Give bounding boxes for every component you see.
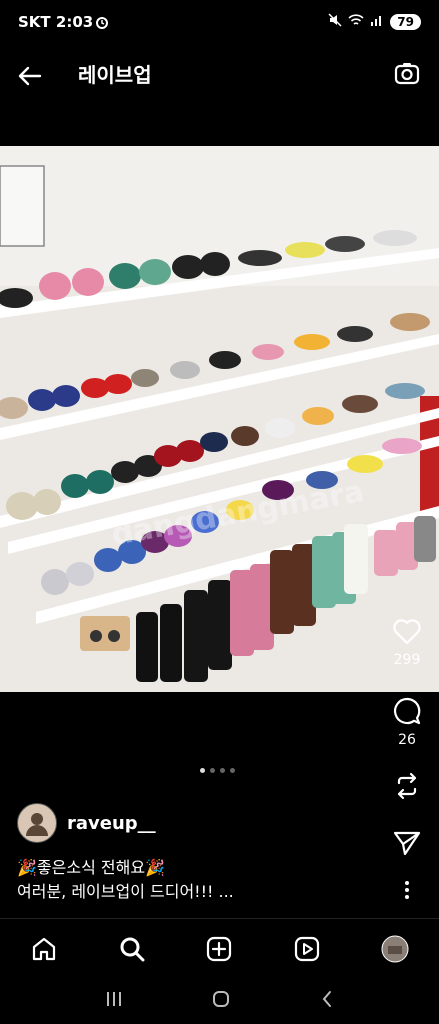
camera-button[interactable] xyxy=(393,60,421,88)
wifi-icon xyxy=(348,12,364,31)
carousel-dot xyxy=(200,768,205,773)
home-circle-icon xyxy=(213,991,230,1007)
carrier-time: SKT 2:03 xyxy=(18,13,94,31)
back-arrow-icon xyxy=(18,66,42,86)
add-post-icon xyxy=(207,936,232,962)
caption-line: 🎉좋은소식 전해요🎉 xyxy=(17,858,165,877)
status-icons: 79 xyxy=(328,12,421,31)
nav-profile[interactable] xyxy=(379,933,411,965)
carousel-dot xyxy=(210,768,215,773)
carousel-indicator xyxy=(200,768,235,773)
mute-icon xyxy=(328,12,342,31)
repost-icon xyxy=(397,772,417,800)
like-action[interactable]: 299 xyxy=(387,618,427,668)
system-back-button[interactable] xyxy=(319,989,335,1013)
home-system-button[interactable] xyxy=(211,989,231,1013)
system-navigation xyxy=(0,978,439,1024)
post-caption[interactable]: 🎉좋은소식 전해요🎉 여러분, 레이브업이 드디어!!! ... xyxy=(17,856,234,904)
nav-home[interactable] xyxy=(28,933,60,965)
home-icon xyxy=(32,937,55,961)
carousel-dot xyxy=(230,768,235,773)
comment-action[interactable]: 26 xyxy=(387,696,427,748)
profile-avatar-icon xyxy=(381,935,409,963)
back-button[interactable] xyxy=(14,60,46,92)
camera-icon xyxy=(394,63,420,85)
nav-search[interactable] xyxy=(116,933,148,965)
avatar[interactable] xyxy=(17,803,57,843)
back-chevron-icon xyxy=(322,991,332,1007)
send-icon xyxy=(393,831,421,856)
profile-picture-icon xyxy=(26,813,48,836)
reels-icon xyxy=(295,936,320,962)
nav-reels[interactable] xyxy=(291,933,323,965)
shoe-shelves-illustration xyxy=(0,146,439,692)
comment-count: 26 xyxy=(398,732,416,748)
post-author[interactable]: raveup__ xyxy=(17,803,156,843)
caption-line: 여러분, 레이브업이 드디어!!! ... xyxy=(17,882,234,901)
bottom-navigation xyxy=(0,918,439,979)
search-icon xyxy=(120,937,145,962)
nav-create[interactable] xyxy=(203,933,235,965)
share-action[interactable] xyxy=(387,830,427,860)
alarm-icon xyxy=(95,14,109,33)
more-vertical-icon xyxy=(405,881,409,899)
post-image[interactable]: dangdangmara xyxy=(0,146,439,692)
status-bar: SKT 2:03 79 xyxy=(0,0,439,46)
username[interactable]: raveup__ xyxy=(67,813,156,834)
repost-action[interactable] xyxy=(387,772,427,804)
post-header: 레이브업 xyxy=(0,46,439,104)
carousel-dot xyxy=(220,768,225,773)
more-options-button[interactable] xyxy=(387,880,427,904)
battery-badge: 79 xyxy=(390,13,421,30)
recent-apps-button[interactable] xyxy=(104,990,124,1012)
page-title: 레이브업 xyxy=(78,63,152,87)
heart-icon xyxy=(393,619,421,645)
like-count: 299 xyxy=(393,652,421,668)
comment-icon xyxy=(394,697,421,725)
signal-icon xyxy=(370,12,384,31)
recent-apps-icon xyxy=(106,992,121,1006)
